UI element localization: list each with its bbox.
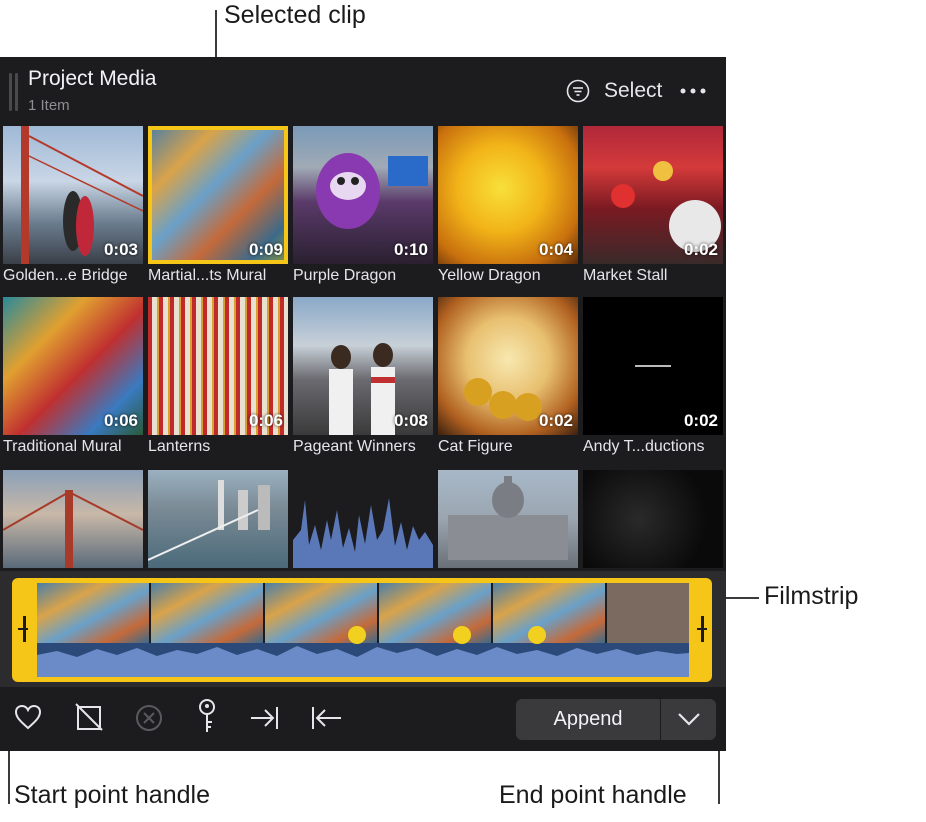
clip-thumbnail[interactable]: 0:02 bbox=[583, 126, 723, 264]
clip-thumbnail[interactable] bbox=[293, 470, 433, 568]
clip-duration: 0:02 bbox=[538, 411, 573, 430]
clip-name: Traditional Mural bbox=[3, 438, 122, 455]
chevron-down-icon bbox=[678, 713, 700, 726]
filmstrip-thumbnails bbox=[37, 583, 689, 677]
panel-header: Project Media 1 Item Select bbox=[0, 57, 726, 123]
clip-thumbnail[interactable] bbox=[148, 470, 288, 568]
clip-duration: 0:02 bbox=[683, 240, 718, 259]
callout-end-handle: End point handle bbox=[499, 781, 687, 809]
filter-icon[interactable] bbox=[566, 79, 590, 103]
callout-start-handle: Start point handle bbox=[14, 781, 210, 809]
keyword-icon[interactable] bbox=[192, 698, 222, 734]
media-grid: 0:03 0:09 0:10 0:04 0:02 Golden...e Brid… bbox=[0, 123, 726, 568]
clip-name: Purple Dragon bbox=[293, 267, 397, 284]
clip-duration: 0:10 bbox=[393, 240, 428, 259]
start-handle-tick bbox=[18, 628, 28, 630]
clip-thumbnail[interactable]: 0:06 bbox=[3, 297, 143, 435]
select-button[interactable]: Select bbox=[604, 79, 662, 103]
clip-thumbnail[interactable] bbox=[3, 470, 143, 568]
insert-right-icon[interactable] bbox=[249, 702, 279, 732]
clip-name: Yellow Dragon bbox=[438, 267, 541, 284]
audio-waveform-image bbox=[293, 498, 433, 568]
bridge-aerial-image bbox=[3, 490, 143, 568]
end-handle-tick bbox=[697, 628, 707, 630]
clip-thumbnail[interactable]: 0:03 bbox=[3, 126, 143, 264]
clip-thumbnail-selected[interactable]: 0:09 bbox=[148, 126, 288, 264]
clip-name: Golden...e Bridge bbox=[3, 267, 128, 284]
clip-name: Lanterns bbox=[148, 438, 211, 455]
clip-thumbnail[interactable]: 0:06 bbox=[148, 297, 288, 435]
city-aerial-image bbox=[148, 480, 270, 561]
bottom-toolbar: Append bbox=[0, 687, 726, 751]
panel-title: Project Media bbox=[28, 67, 157, 90]
clip-name: Martial...ts Mural bbox=[148, 267, 267, 284]
callout-filmstrip: Filmstrip bbox=[764, 582, 859, 610]
filmstrip-area bbox=[0, 571, 726, 687]
project-media-panel: Project Media 1 Item Select 0:03 0:09 0:… bbox=[0, 57, 726, 751]
insert-left-icon[interactable] bbox=[311, 702, 341, 732]
favorite-icon[interactable] bbox=[13, 702, 43, 732]
title-text-line bbox=[635, 365, 671, 367]
clip-thumbnail[interactable]: 0:02 bbox=[583, 297, 723, 435]
clip-duration: 0:06 bbox=[248, 411, 283, 430]
clip-name: Cat Figure bbox=[438, 438, 513, 455]
clip-thumbnail[interactable]: 0:04 bbox=[438, 126, 578, 264]
filmstrip[interactable] bbox=[12, 578, 712, 682]
clear-icon bbox=[136, 705, 162, 731]
clip-duration: 0:09 bbox=[248, 240, 283, 259]
clip-duration: 0:03 bbox=[103, 240, 138, 259]
clip-duration: 0:02 bbox=[683, 411, 718, 430]
clip-duration: 0:06 bbox=[103, 411, 138, 430]
clip-duration: 0:08 bbox=[393, 411, 428, 430]
clip-name: Pageant Winners bbox=[293, 438, 416, 455]
reject-icon[interactable] bbox=[74, 702, 104, 732]
append-button[interactable]: Append bbox=[516, 699, 660, 740]
append-options-button[interactable] bbox=[661, 699, 716, 740]
clip-thumbnail[interactable]: 0:02 bbox=[438, 297, 578, 435]
clip-name: Market Stall bbox=[583, 267, 668, 284]
clip-thumbnail[interactable] bbox=[583, 470, 723, 568]
clip-thumbnail[interactable] bbox=[438, 470, 578, 568]
item-count: 1 Item bbox=[28, 97, 70, 114]
clip-thumbnail[interactable]: 0:10 bbox=[293, 126, 433, 264]
drag-grip-2[interactable] bbox=[15, 73, 18, 111]
drag-grip[interactable] bbox=[9, 73, 12, 111]
clip-duration: 0:04 bbox=[538, 240, 573, 259]
clip-name: Andy T...ductions bbox=[583, 438, 705, 455]
more-icon[interactable] bbox=[680, 88, 706, 94]
callout-selected-clip: Selected clip bbox=[224, 1, 366, 29]
city-hall-image bbox=[448, 476, 568, 560]
filmstrip-frames bbox=[37, 583, 689, 677]
clip-thumbnail[interactable]: 0:08 bbox=[293, 297, 433, 435]
